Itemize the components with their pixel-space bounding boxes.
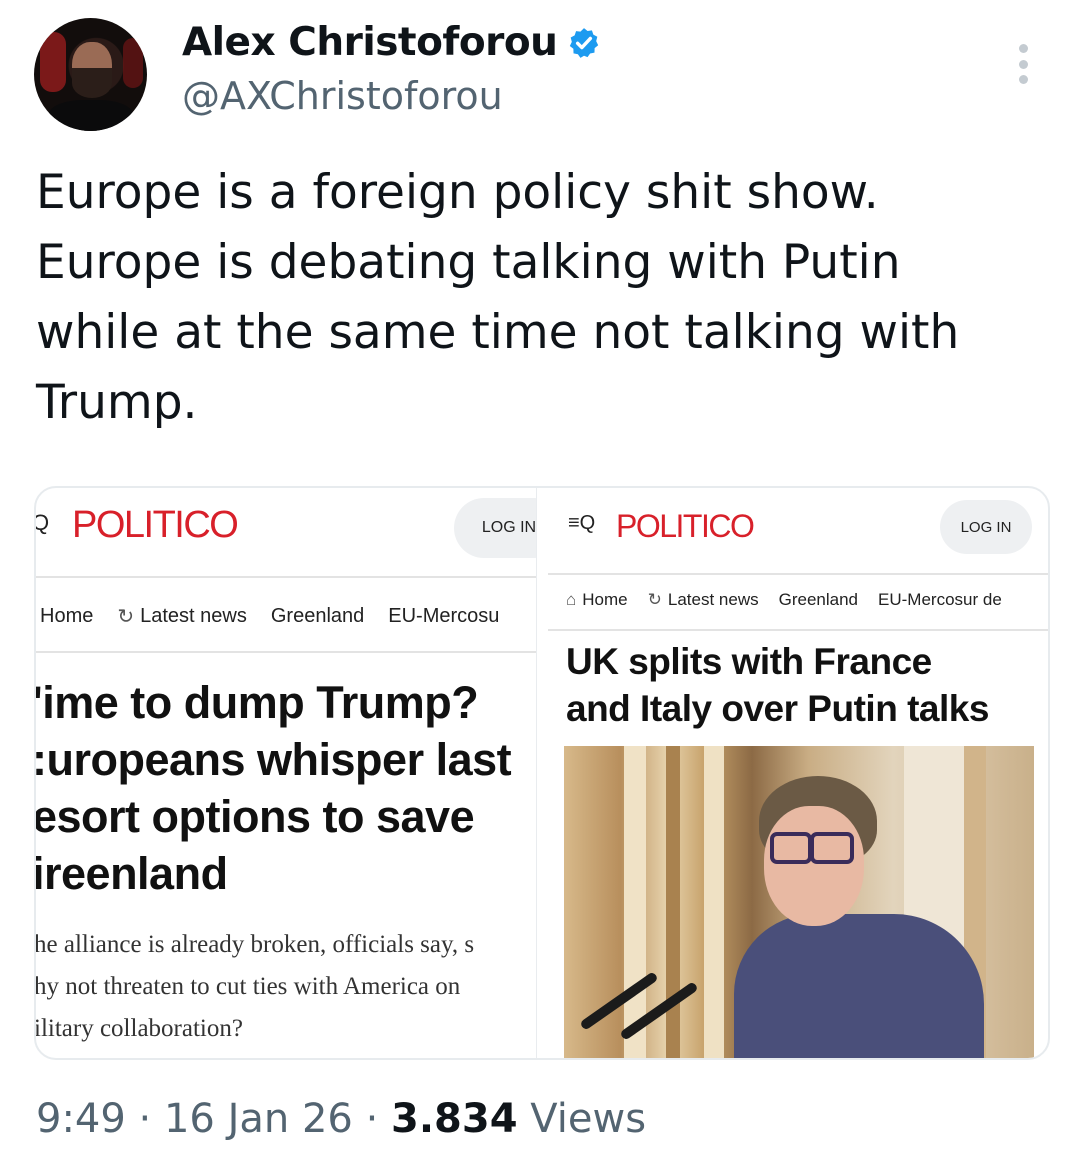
dek-line: ilitary collaboration? — [36, 1015, 243, 1042]
dek-line: he alliance is already broken, officials… — [36, 931, 475, 958]
headline-line: esort options to save — [36, 791, 475, 842]
views-count: 3.834 — [391, 1096, 518, 1142]
media-image-left[interactable]: Q POLITICO LOG IN Home ↻Latest news Gree… — [36, 488, 536, 1058]
article-headline: UK splits with France and Italy over Put… — [566, 638, 989, 732]
tweet-meta: 9:49 · 16 Jan 26 · 3.834 Views — [36, 1096, 646, 1142]
home-icon: ⌂ — [566, 590, 577, 609]
nav-latest-news-label: Latest news — [667, 590, 759, 609]
nav-greenland: Greenland — [778, 590, 859, 609]
avatar[interactable] — [34, 18, 147, 131]
clock-icon: ↻ — [117, 606, 135, 628]
menu-search-icon: ≡Q — [568, 512, 596, 534]
headline-line: and Italy over Putin talks — [566, 688, 989, 729]
author-name-text[interactable]: Alex Christoforou — [182, 20, 558, 65]
headline-line: ireenland — [36, 848, 228, 899]
tweet-date[interactable]: 16 Jan 26 — [164, 1096, 353, 1142]
tweet-time[interactable]: 9:49 — [36, 1096, 126, 1142]
headline-line: 'ime to dump Trump? — [36, 677, 479, 728]
media-divider — [536, 488, 547, 1058]
author-handle[interactable]: @AXChristoforou — [182, 74, 503, 118]
nav-latest-news-label: Latest news — [140, 605, 247, 627]
meta-separator: · — [365, 1096, 379, 1142]
site-nav: Home ↻ Latest news Greenland EU-Mercosu — [40, 604, 499, 629]
author-name[interactable]: Alex Christoforou — [182, 20, 601, 65]
nav-greenland: Greenland — [270, 605, 365, 627]
nav-eu-mercosur: EU-Mercosur de — [878, 590, 1002, 609]
media-image-right[interactable]: ≡Q POLITICO LOG IN ⌂ Home ↻ Latest news Gr… — [548, 488, 1048, 1058]
politico-logo: POLITICO — [72, 504, 239, 546]
clock-icon: ↻ — [647, 590, 662, 609]
verified-badge-icon — [570, 27, 599, 58]
headline-line: :uropeans whisper last — [36, 734, 512, 785]
views-label: Views — [530, 1096, 647, 1142]
nav-home: Home — [40, 605, 94, 627]
article-photo — [564, 746, 1034, 1058]
headline-line: UK splits with France — [566, 641, 932, 682]
tweet-text: Europe is a foreign policy shit show. Eu… — [36, 165, 960, 430]
nav-latest-news: ↻ Latest news — [648, 590, 759, 610]
login-button: LOG IN — [940, 500, 1032, 554]
nav-eu-mercosur: EU-Mercosu — [388, 605, 500, 627]
login-button: LOG IN — [454, 498, 536, 558]
search-icon: Q — [36, 510, 49, 536]
article-headline: 'ime to dump Trump? :uropeans whisper la… — [36, 674, 512, 902]
nav-home: ⌂ Home — [566, 590, 628, 610]
meta-separator: · — [138, 1096, 152, 1142]
dek-line: hy not threaten to cut ties with America… — [36, 973, 461, 1000]
nav-latest-news: ↻ Latest news — [117, 604, 247, 629]
politico-logo: POLITICO — [616, 508, 755, 544]
more-options-icon[interactable] — [1012, 44, 1034, 84]
tweet-media[interactable]: Q POLITICO LOG IN Home ↻Latest news Gree… — [34, 486, 1050, 1060]
article-dek: he alliance is already broken, officials… — [36, 924, 474, 1050]
site-nav: ⌂ Home ↻ Latest news Greenland EU-Mercosur… — [566, 590, 1002, 610]
nav-home-label: Home — [582, 590, 628, 609]
